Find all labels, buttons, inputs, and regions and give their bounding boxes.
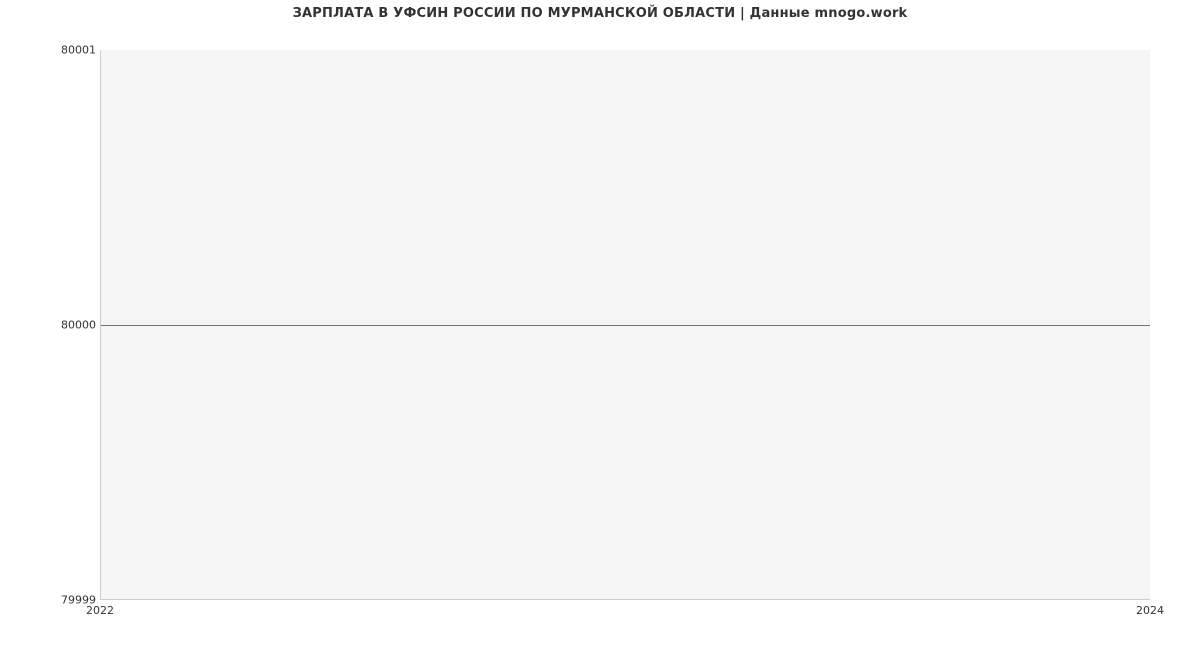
chart-title: ЗАРПЛАТА В УФСИН РОССИИ ПО МУРМАНСКОЙ ОБ… [0, 6, 1200, 21]
x-tick-label: 2024 [1136, 604, 1164, 617]
series-line-salary [101, 325, 1150, 326]
x-tick-label: 2022 [86, 604, 114, 617]
y-tick-label: 80001 [61, 44, 96, 57]
chart-container: ЗАРПЛАТА В УФСИН РОССИИ ПО МУРМАНСКОЙ ОБ… [0, 0, 1200, 650]
y-tick-label: 80000 [61, 319, 96, 332]
plot-area [100, 50, 1150, 600]
